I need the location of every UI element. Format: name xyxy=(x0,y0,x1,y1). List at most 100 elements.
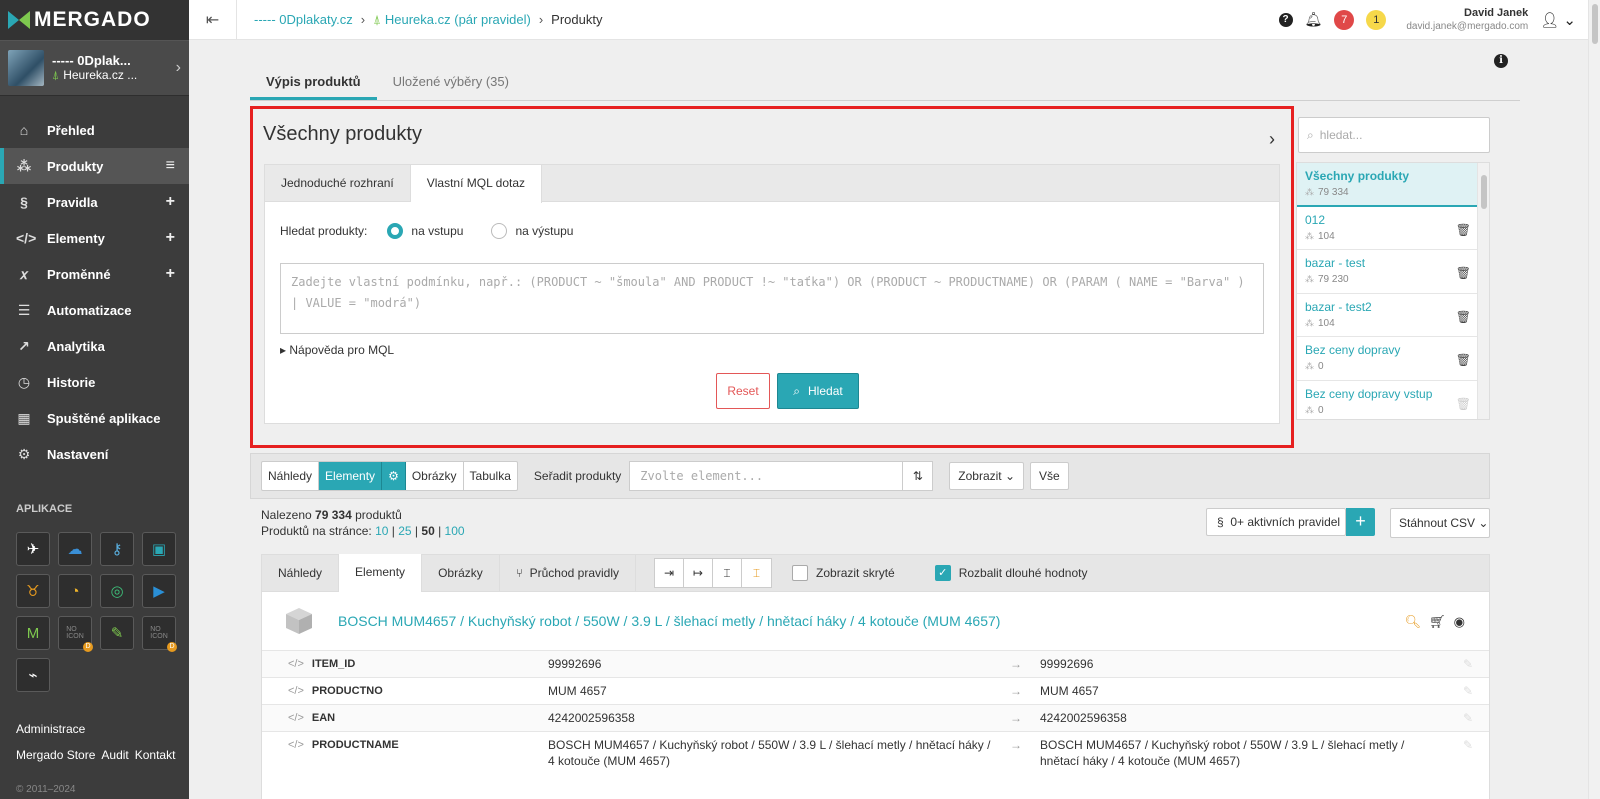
tab-ulozene-vybery[interactable]: Uložené výběry (35) xyxy=(377,60,525,100)
reset-button[interactable]: Reset xyxy=(716,373,770,409)
compare-icon[interactable]: ⌶ xyxy=(742,559,771,587)
nav-item-pravidla[interactable]: § Pravidla + xyxy=(0,184,189,220)
nav-item-analytika[interactable]: ↗ Analytika xyxy=(0,328,189,364)
pencil-icon[interactable]: ✎ xyxy=(1463,683,1473,699)
app-placeholder-icon[interactable]: NO ICON D xyxy=(142,616,177,652)
show-dropdown[interactable]: Zobrazit ⌄ xyxy=(949,462,1025,490)
app-brush-icon[interactable]: ⌁ xyxy=(16,658,50,692)
radio-input[interactable]: na vstupu xyxy=(387,223,463,239)
nav-item-produkty[interactable]: ⁂ Produkty ≡ xyxy=(0,148,189,184)
view-obrazky-button[interactable]: Obrázky xyxy=(406,462,464,490)
tab-custom-mql[interactable]: Vlastní MQL dotaz xyxy=(410,165,543,203)
warning-count-badge[interactable]: 1 xyxy=(1366,9,1387,30)
sort-element-input[interactable]: Zvolte element... xyxy=(629,461,904,491)
app-arrow-icon[interactable]: ▶ xyxy=(142,574,176,608)
mql-help-toggle[interactable]: ▸ Nápověda pro MQL xyxy=(280,343,394,357)
add-rule-button[interactable]: + xyxy=(1346,508,1375,536)
app-placeholder-icon[interactable]: NO ICON D xyxy=(58,616,93,652)
link-administrace[interactable]: Administrace xyxy=(16,722,85,736)
nav-item-prehled[interactable]: ⌂ Přehled xyxy=(0,112,189,148)
link-kontakt[interactable]: Kontakt xyxy=(135,748,176,762)
app-bull-icon[interactable]: ♉ xyxy=(16,574,50,608)
logo[interactable]: MERGADO xyxy=(0,0,189,40)
per-page-50[interactable]: 50 xyxy=(421,524,434,538)
hide-eye-icon[interactable]: ◉ xyxy=(1454,614,1465,630)
nav-item-elementy[interactable]: </> Elementy + xyxy=(0,220,189,256)
app-gauge-icon[interactable]: ◔ xyxy=(58,574,92,608)
per-page-10[interactable]: 10 xyxy=(375,524,388,538)
nav-item-promenne[interactable]: 𝑥 Proměnné + xyxy=(0,256,189,292)
checkbox-checked-icon[interactable]: ✓ xyxy=(934,565,951,581)
search-button[interactable]: ⌕ Hledat xyxy=(777,373,859,409)
bell-icon[interactable]: 🔔︎ xyxy=(1305,11,1323,28)
pencil-icon[interactable]: ✎ xyxy=(1463,656,1473,672)
view-nahledy-button[interactable]: Náhledy xyxy=(262,462,320,490)
show-hidden-checkbox[interactable]: Zobrazit skryté xyxy=(792,565,895,581)
app-pencil-icon[interactable]: ✎ xyxy=(100,616,134,650)
app-mergado-icon[interactable]: M xyxy=(16,616,50,650)
tab-simple-interface[interactable]: Jednoduché rozhraní xyxy=(265,165,411,201)
list-item[interactable]: Bez ceny dopravy vstup ⁂ 0 🗑︎ xyxy=(1297,381,1489,420)
collapse-menu-icon[interactable]: ⇤ xyxy=(189,0,237,40)
info-icon[interactable]: i xyxy=(1494,54,1508,68)
radio-output[interactable]: na výstupu xyxy=(491,223,573,239)
radio-on-icon[interactable] xyxy=(387,223,404,239)
trash-icon[interactable]: 🗑︎ xyxy=(1456,397,1471,411)
tab-vypis-produktu[interactable]: Výpis produktů xyxy=(250,60,377,100)
link-mergado-store[interactable]: Mergado Store xyxy=(16,748,95,762)
nav-item-nastaveni[interactable]: ⚙ Nastavení xyxy=(0,436,189,472)
per-page-100[interactable]: 100 xyxy=(445,524,465,538)
nav-item-spustene-aplikace[interactable]: ▦ Spuštěné aplikace xyxy=(0,400,189,436)
show-all-button[interactable]: Vše xyxy=(1030,462,1069,490)
split-icon[interactable]: ⌶ xyxy=(713,559,743,587)
checkbox-empty-icon[interactable] xyxy=(792,565,809,581)
radio-off-icon[interactable] xyxy=(491,223,508,239)
download-csv-dropdown[interactable]: Stáhnout CSV ⌄ xyxy=(1390,508,1490,538)
breadcrumb-shop[interactable]: ----- 0Dplakaty.cz xyxy=(254,12,353,27)
link-audit[interactable]: Audit xyxy=(101,748,128,762)
trash-icon[interactable]: 🗑︎ xyxy=(1456,310,1471,324)
expand-in-icon[interactable]: ⇥ xyxy=(655,559,685,587)
card-tab-elementy[interactable]: Elementy xyxy=(339,554,423,592)
nav-item-historie[interactable]: ◷ Historie xyxy=(0,364,189,400)
notification-count-badge[interactable]: 7 xyxy=(1334,9,1355,30)
list-item[interactable]: bazar - test ⁂ 79 230 🗑︎ xyxy=(1297,250,1489,294)
saved-search-input[interactable]: ⌕ hledat... xyxy=(1298,117,1490,153)
pencil-icon[interactable]: ✎ xyxy=(1463,737,1473,753)
add-variable-button[interactable]: + xyxy=(166,265,175,283)
app-plane-icon[interactable]: ✈ xyxy=(16,532,50,566)
add-rule-button[interactable]: + xyxy=(166,193,175,211)
card-tab-pruchod[interactable]: ⑂ Průchod pravidly xyxy=(500,554,637,592)
shop-switcher[interactable]: ----- 0Dplak... ⍋ Heureka.cz ... › xyxy=(0,40,189,96)
active-rules-button[interactable]: § 0+ aktivních pravidel xyxy=(1206,508,1346,536)
view-elementy-button[interactable]: Elementy xyxy=(319,462,383,490)
product-title[interactable]: BOSCH MUM4657 / Kuchyňský robot / 550W /… xyxy=(338,613,1000,629)
trash-icon[interactable]: 🗑︎ xyxy=(1456,353,1471,367)
chevron-right-icon[interactable]: › xyxy=(1269,129,1275,150)
pencil-icon[interactable]: ✎ xyxy=(1463,710,1473,726)
nav-item-automatizace[interactable]: ☰ Automatizace xyxy=(0,292,189,328)
app-cloud-icon[interactable]: ☁ xyxy=(58,532,92,566)
user-icon[interactable]: 👤︎ ⌄ xyxy=(1540,11,1576,29)
breadcrumb-export[interactable]: Heureka.cz (pár pravidel) xyxy=(385,12,531,27)
page-scrollbar[interactable] xyxy=(1588,0,1600,799)
app-box-icon[interactable]: ▣ xyxy=(142,532,176,566)
help-icon[interactable]: ? xyxy=(1278,12,1293,27)
list-item[interactable]: Bez ceny dopravy ⁂ 0 🗑︎ xyxy=(1297,337,1489,381)
list-scrollbar[interactable] xyxy=(1477,163,1489,419)
view-tabulka-button[interactable]: Tabulka xyxy=(464,462,517,490)
inspect-icon[interactable]: 🔍︎ xyxy=(1405,614,1422,630)
trash-icon[interactable]: 🗑︎ xyxy=(1456,266,1471,280)
user-info[interactable]: David Janek david.janek@mergado.com xyxy=(1406,7,1528,33)
list-item[interactable]: 012 ⁂ 104 🗑︎ xyxy=(1297,207,1489,250)
add-element-button[interactable]: + xyxy=(166,229,175,247)
card-tab-nahledy[interactable]: Náhledy xyxy=(262,554,340,592)
list-item[interactable]: Všechny produkty ⁂ 79 334 xyxy=(1297,163,1489,207)
trash-icon[interactable]: 🗑︎ xyxy=(1456,223,1471,237)
collapse-out-icon[interactable]: ↦ xyxy=(684,559,714,587)
app-key-icon[interactable]: ⚷ xyxy=(100,532,134,566)
expand-long-checkbox[interactable]: ✓ Rozbalit dlouhé hodnoty xyxy=(934,565,1087,581)
list-item[interactable]: bazar - test2 ⁂ 104 🗑︎ xyxy=(1297,294,1489,337)
app-circle-icon[interactable]: ◎ xyxy=(100,574,134,608)
sort-direction-icon[interactable]: ⇅ xyxy=(903,461,934,491)
